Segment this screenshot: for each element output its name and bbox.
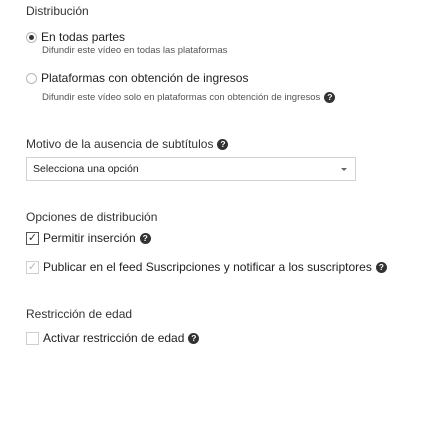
age-restriction-option[interactable]: Activar restricción de edad ? bbox=[26, 331, 200, 345]
check-icon: ✓ bbox=[27, 231, 38, 244]
check-icon: ✓ bbox=[27, 260, 38, 273]
radio-everywhere-description: Difundir este vídeo en todas las platafo… bbox=[42, 45, 228, 56]
allow-embed-checkbox[interactable]: ✓ bbox=[26, 231, 39, 245]
allow-embed-label: Permitir inserción bbox=[43, 231, 136, 245]
help-icon[interactable]: ? bbox=[139, 232, 151, 244]
age-restriction-title: Restricción de edad bbox=[26, 307, 133, 321]
subtitles-reason-select[interactable]: Selecciona una opción bbox=[26, 157, 356, 181]
radio-monetized-description: Difundir este vídeo solo en plataformas … bbox=[42, 92, 321, 103]
help-icon[interactable]: ? bbox=[375, 261, 387, 273]
distribution-options-title: Opciones de distribución bbox=[26, 210, 158, 224]
publish-feed-label: Publicar en el feed Suscripciones y noti… bbox=[43, 260, 372, 274]
help-icon[interactable]: ? bbox=[324, 92, 336, 103]
radio-everywhere-label: En todas partes bbox=[41, 30, 126, 44]
subtitles-title: Motivo de la ausencia de subtítulos bbox=[26, 137, 214, 151]
distribution-title: Distribución bbox=[26, 4, 89, 18]
publish-feed-option[interactable]: ✓ Publicar en el feed Suscripciones y no… bbox=[26, 260, 387, 274]
radio-monetized-label: Plataformas con obtención de ingresos bbox=[41, 71, 249, 85]
radio-monetized-platforms[interactable]: Plataformas con obtención de ingresos bbox=[26, 71, 248, 85]
age-restriction-checkbox[interactable] bbox=[26, 331, 39, 345]
radio-everywhere[interactable]: En todas partes bbox=[26, 30, 125, 44]
radio-monetized-circle[interactable] bbox=[26, 72, 37, 84]
help-icon[interactable]: ? bbox=[188, 332, 200, 344]
allow-embed-option[interactable]: ✓ Permitir inserción ? bbox=[26, 231, 151, 245]
radio-everywhere-circle[interactable] bbox=[26, 31, 37, 43]
radio-monetized-description-row: Difundir este vídeo solo en plataformas … bbox=[42, 92, 336, 103]
publish-feed-checkbox[interactable]: ✓ bbox=[26, 260, 39, 274]
subtitles-select-value: Selecciona una opción bbox=[33, 163, 139, 175]
help-icon[interactable]: ? bbox=[217, 138, 229, 150]
age-restriction-label: Activar restricción de edad bbox=[43, 331, 185, 345]
radio-selected-dot bbox=[29, 34, 34, 40]
subtitles-title-row: Motivo de la ausencia de subtítulos ? bbox=[26, 137, 229, 151]
chevron-down-icon bbox=[341, 167, 347, 171]
